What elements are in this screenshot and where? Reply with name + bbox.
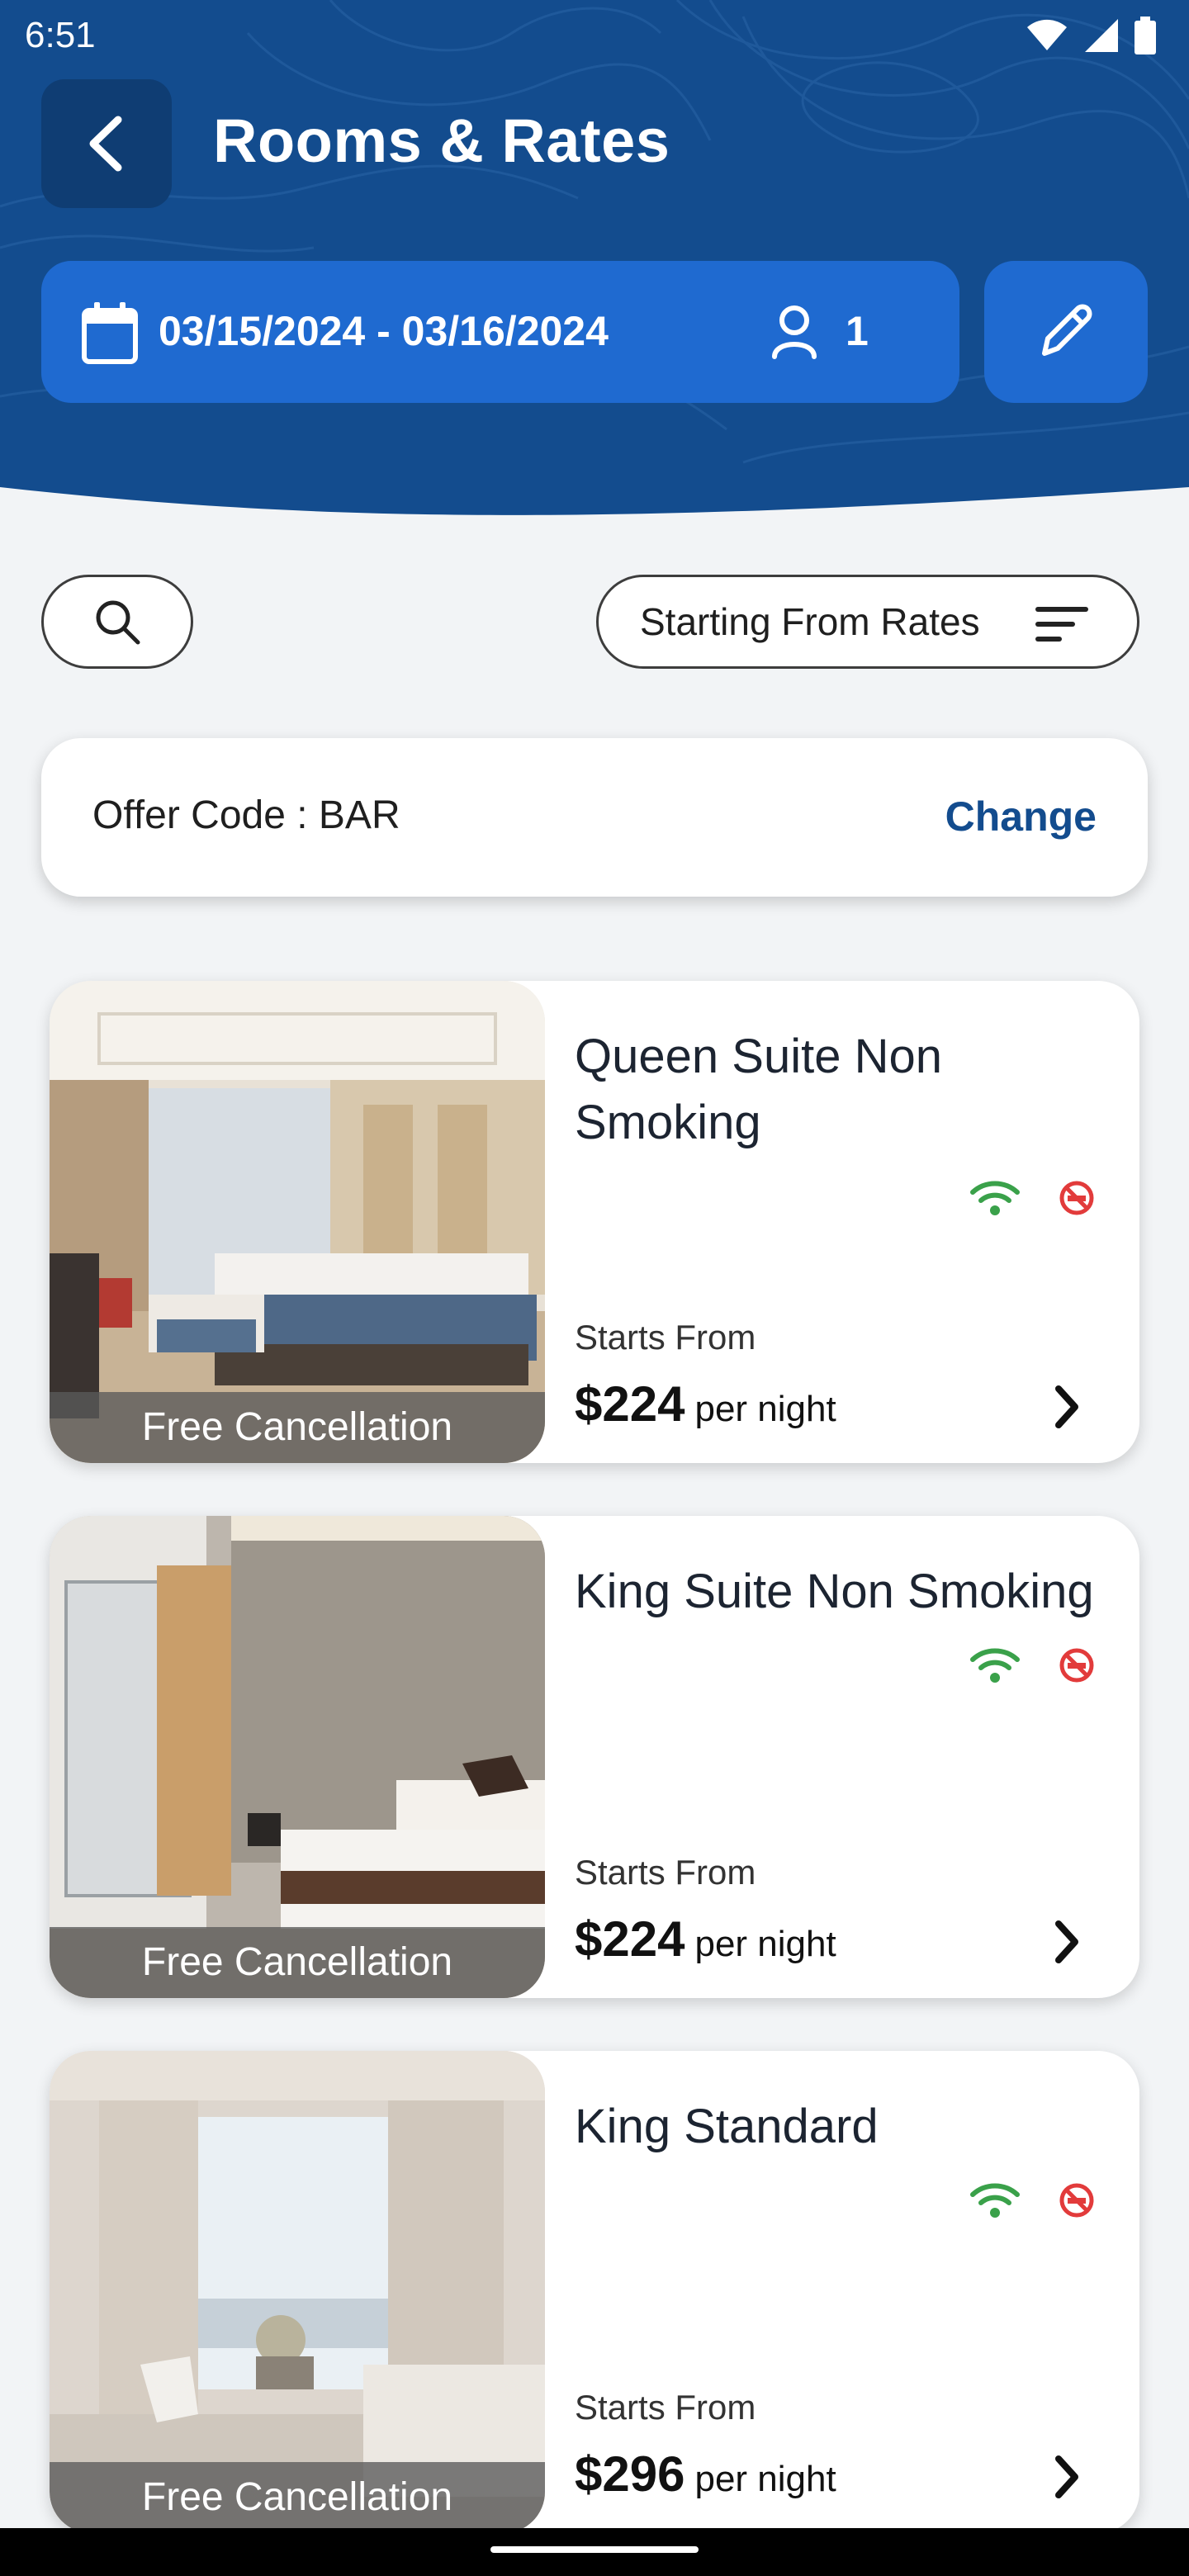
date-guest-selector[interactable]: 03/15/2024 - 03/16/2024 1 xyxy=(41,261,959,403)
starts-from-label: Starts From xyxy=(575,1318,756,1357)
change-offer-link[interactable]: Change xyxy=(945,793,1097,841)
guest-icon xyxy=(772,305,817,359)
room-name: Queen Suite Non Smoking xyxy=(575,1030,942,1149)
starts-from-label: Starts From xyxy=(575,2388,756,2427)
pencil-icon xyxy=(1042,304,1092,356)
room-photo: Free Cancellation xyxy=(50,1516,545,1998)
back-arrow-icon xyxy=(89,116,122,172)
price: $224 per night xyxy=(575,1376,836,1432)
room-card[interactable]: Free Cancellation Queen Suite Non Smokin… xyxy=(50,981,1139,1463)
free-cancellation-badge: Free Cancellation xyxy=(50,1392,545,1463)
price: $224 per night xyxy=(575,1911,836,1968)
chevron-right-icon[interactable] xyxy=(1050,1917,1083,1967)
room-name: King Standard xyxy=(575,2100,879,2153)
room-image-queen xyxy=(50,981,545,1463)
no-smoking-icon xyxy=(1059,2183,1094,2218)
page-title: Rooms & Rates xyxy=(213,107,670,175)
edit-search-button[interactable] xyxy=(984,261,1148,403)
room-card[interactable]: Free Cancellation King Suite Non Smoking… xyxy=(50,1516,1139,1998)
room-card[interactable]: Free Cancellation King Standard Starts F… xyxy=(50,2051,1139,2533)
price-value: $296 xyxy=(575,2446,685,2502)
free-cancellation-badge: Free Cancellation xyxy=(50,2462,545,2533)
offer-code-label: Offer Code : BAR xyxy=(92,793,400,837)
wifi-icon xyxy=(970,1648,1020,1683)
no-smoking-icon xyxy=(1059,1648,1094,1683)
starts-from-label: Starts From xyxy=(575,1853,756,1892)
amenities xyxy=(969,1179,1095,1217)
date-range: 03/15/2024 - 03/16/2024 xyxy=(159,308,609,354)
header-wave xyxy=(0,487,1189,561)
amenities xyxy=(969,1646,1095,1684)
status-bar: 6:51 xyxy=(0,0,1189,74)
guest-count: 1 xyxy=(846,308,869,354)
price: $296 per night xyxy=(575,2446,836,2503)
offer-code-card: Offer Code : BAR Change xyxy=(41,738,1148,897)
amenities xyxy=(969,2181,1095,2219)
sort-button[interactable]: Starting From Rates xyxy=(596,575,1139,669)
price-value: $224 xyxy=(575,1911,685,1967)
no-smoking-icon xyxy=(1059,1181,1094,1215)
home-handle[interactable] xyxy=(490,2546,699,2553)
room-photo: Free Cancellation xyxy=(50,2051,545,2533)
price-value: $224 xyxy=(575,1376,685,1432)
calendar-icon xyxy=(82,302,138,364)
price-unit: per night xyxy=(694,2459,836,2499)
chevron-right-icon[interactable] xyxy=(1050,1382,1083,1432)
search-button[interactable] xyxy=(41,575,193,669)
wifi-icon xyxy=(970,2183,1020,2218)
room-photo: Free Cancellation xyxy=(50,981,545,1463)
room-name: King Suite Non Smoking xyxy=(575,1565,1094,1618)
sort-label: Starting From Rates xyxy=(640,600,980,643)
chevron-right-icon[interactable] xyxy=(1050,2452,1083,2502)
price-unit: per night xyxy=(694,1924,836,1964)
room-image-king-standard xyxy=(50,2051,545,2533)
price-unit: per night xyxy=(694,1389,836,1429)
sort-icon xyxy=(1035,607,1088,642)
free-cancellation-badge: Free Cancellation xyxy=(50,1927,545,1998)
wifi-status-icon xyxy=(1027,19,1067,50)
back-button[interactable] xyxy=(41,79,172,208)
wifi-icon xyxy=(970,1181,1020,1215)
system-navigation-bar xyxy=(0,2528,1189,2576)
signal-icon xyxy=(1085,19,1118,52)
battery-icon xyxy=(1135,17,1156,54)
status-time: 6:51 xyxy=(25,15,96,55)
search-icon xyxy=(96,600,140,645)
status-icons xyxy=(1026,17,1156,54)
room-image-king-suite xyxy=(50,1516,545,1998)
